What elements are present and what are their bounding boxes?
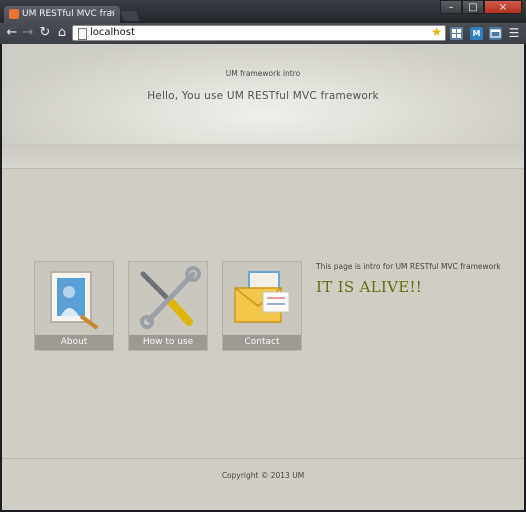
tile-contact-label[interactable]: Contact: [223, 335, 301, 350]
intro-hello-heading: Hello, You use UM RESTful MVC framework: [147, 90, 379, 102]
tile-about[interactable]: About: [34, 261, 114, 351]
footer-copyright: Copyright © 2013 UM: [221, 471, 305, 480]
back-arrow-icon[interactable]: ←: [4, 25, 20, 41]
tile-about-label[interactable]: About: [35, 335, 113, 350]
tile-contact[interactable]: Contact: [222, 261, 302, 351]
browser-tab[interactable]: UM RESTful MVC framework ×: [4, 6, 120, 23]
reload-icon[interactable]: ↻: [37, 25, 53, 41]
page-content: UM framework intro Hello, You use UM RES…: [2, 44, 524, 510]
extension-window-icon[interactable]: [489, 27, 502, 40]
close-window-button[interactable]: ×: [484, 0, 522, 14]
browser-toolbar: ← → ↻ ⌂ localhost ★ M ☰: [0, 23, 526, 44]
extension-grid-icon[interactable]: [450, 27, 463, 40]
hero-divider: [2, 144, 524, 169]
forward-arrow-icon[interactable]: →: [20, 25, 36, 41]
footer-divider: [2, 458, 524, 459]
bookmark-star-icon[interactable]: ★: [431, 25, 442, 39]
new-tab-button[interactable]: [120, 11, 140, 21]
intro-description: This page is intro for UM RESTful MVC fr…: [316, 262, 501, 271]
browser-titlebar: UM RESTful MVC framework × – □ ×: [0, 0, 526, 23]
window-controls: – □ ×: [440, 0, 522, 14]
tile-how-to-use[interactable]: How to use: [128, 261, 208, 351]
minimize-button[interactable]: –: [440, 0, 462, 14]
tab-title: UM RESTful MVC framework: [22, 9, 114, 19]
url-text[interactable]: localhost: [90, 26, 135, 40]
extension-m-icon[interactable]: M: [470, 27, 483, 40]
tile-how-to-use-label[interactable]: How to use: [129, 335, 207, 350]
tab-close-icon[interactable]: ×: [108, 8, 116, 18]
intro-small-title: UM framework intro: [225, 69, 301, 78]
maximize-button[interactable]: □: [462, 0, 484, 14]
picture-frame-icon: [35, 262, 113, 336]
home-icon[interactable]: ⌂: [54, 25, 70, 41]
wrench-screwdriver-icon: [129, 262, 207, 336]
menu-icon[interactable]: ☰: [506, 25, 522, 41]
favicon-icon: [9, 9, 19, 19]
hero-section: UM framework intro Hello, You use UM RES…: [2, 44, 524, 144]
status-heading: IT IS ALIVE!!: [316, 278, 423, 296]
address-bar[interactable]: localhost ★: [72, 25, 446, 41]
mail-envelope-icon: [223, 262, 301, 336]
page-icon: [78, 28, 87, 40]
